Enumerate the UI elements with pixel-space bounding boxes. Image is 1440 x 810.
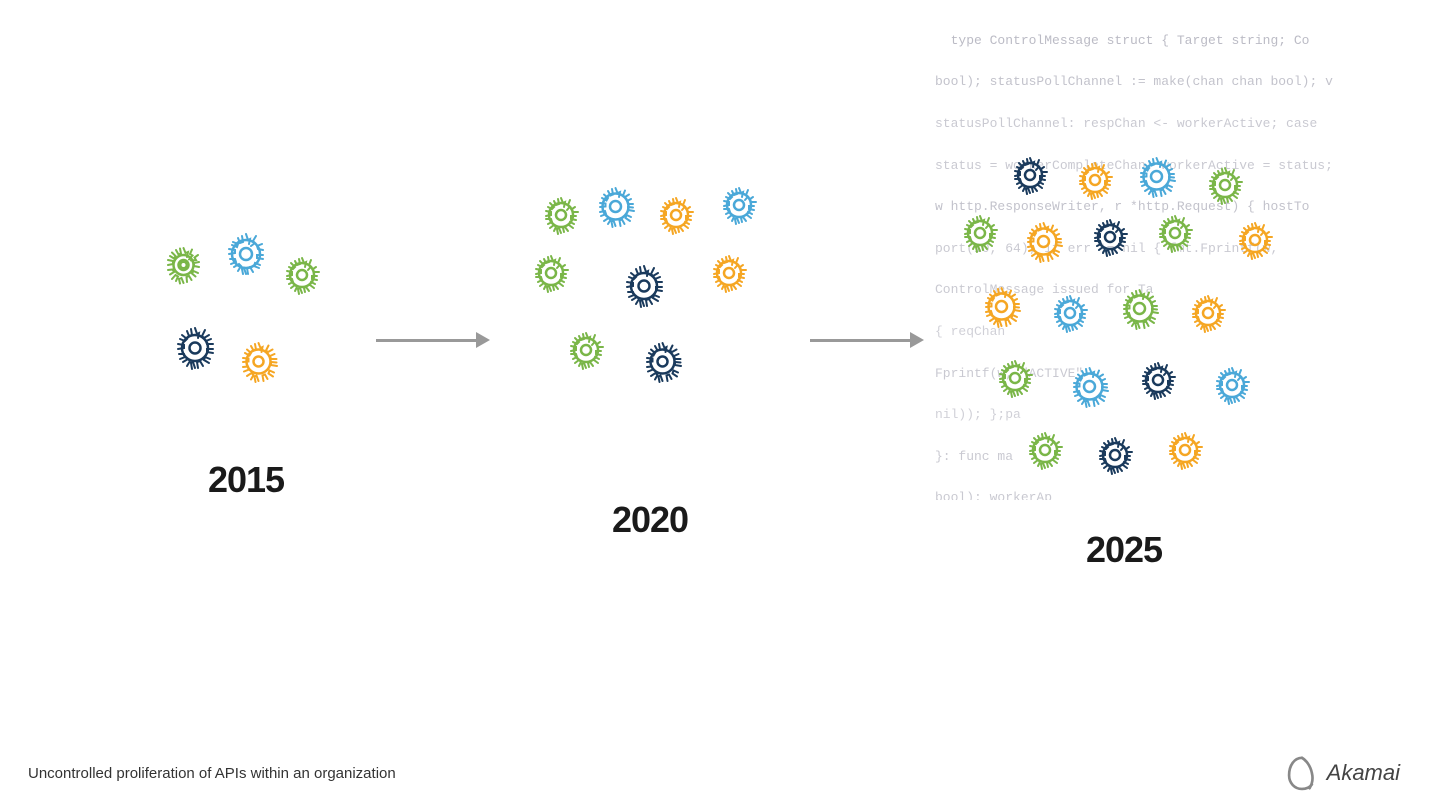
gear-green-2025-4 bbox=[1112, 281, 1167, 336]
year-label-2020: 2020 bbox=[612, 499, 688, 541]
gear-orange-2025-4 bbox=[974, 279, 1029, 334]
gear-green-2025-2 bbox=[954, 207, 1006, 259]
gear-blue-2020-1 bbox=[588, 179, 643, 234]
gear-dark-2020-1 bbox=[615, 257, 673, 315]
gear-blue-2020-2 bbox=[713, 179, 765, 231]
gear-dark-2025-2 bbox=[1084, 211, 1136, 263]
year-section-2020: 2020 bbox=[520, 179, 780, 541]
gear-green-2020-3 bbox=[560, 324, 612, 376]
gear-dark-2020-2 bbox=[635, 334, 690, 389]
arrow-1 bbox=[346, 332, 520, 348]
gear-green-2020-2 bbox=[525, 247, 577, 299]
gear-blue-2025-2 bbox=[1044, 287, 1096, 339]
gear-orange-2025-6 bbox=[1159, 424, 1211, 476]
gear-orange-2025-3 bbox=[1229, 214, 1281, 266]
gear-orange-2025-5 bbox=[1182, 287, 1234, 339]
year-label-2025: 2025 bbox=[1086, 529, 1162, 571]
gear-cluster-2025 bbox=[954, 149, 1294, 489]
gear-green-2020-1 bbox=[535, 189, 587, 241]
year-label-2015: 2015 bbox=[208, 459, 284, 501]
gear-blue-2025-1 bbox=[1129, 149, 1184, 204]
arrow-shape-1 bbox=[376, 332, 490, 348]
year-section-2025: 2025 bbox=[954, 149, 1294, 571]
gear-green-2025-1 bbox=[1199, 159, 1251, 211]
gear-blue-1 bbox=[216, 224, 276, 284]
gear-orange-2025-2 bbox=[1016, 214, 1071, 269]
gear-green-2025-6 bbox=[1019, 424, 1071, 476]
year-section-2015: 2015 bbox=[146, 219, 346, 501]
akamai-logo: Akamai bbox=[1283, 754, 1400, 792]
gear-green-2 bbox=[276, 249, 328, 301]
gear-green-2025-3 bbox=[1149, 207, 1201, 259]
gear-orange-1 bbox=[231, 334, 286, 389]
gear-orange-2020-1 bbox=[650, 189, 702, 241]
gear-green-1 bbox=[156, 239, 211, 294]
gear-blue-2025-4 bbox=[1206, 359, 1258, 411]
gear-green-2025-5 bbox=[989, 352, 1041, 404]
gear-orange-2020-2 bbox=[703, 247, 755, 299]
gear-cluster-2020 bbox=[520, 179, 780, 459]
caption-text: Uncontrolled proliferation of APIs withi… bbox=[28, 765, 396, 782]
gear-dark-2025-4 bbox=[1089, 429, 1141, 481]
gear-cluster-2015 bbox=[146, 219, 346, 419]
akamai-logo-icon bbox=[1283, 754, 1321, 792]
gear-orange-2025-1 bbox=[1069, 154, 1121, 206]
gear-dark-2025-3 bbox=[1132, 354, 1184, 406]
arrow-2 bbox=[780, 332, 954, 348]
main-content: 2015 bbox=[0, 0, 1440, 810]
arrow-shape-2 bbox=[810, 332, 924, 348]
gear-blue-2025-3 bbox=[1062, 359, 1117, 414]
akamai-logo-text: Akamai bbox=[1327, 760, 1400, 786]
gear-dark-1 bbox=[166, 319, 224, 377]
gear-dark-2025-1 bbox=[1004, 149, 1056, 201]
timeline-row: 2015 bbox=[146, 149, 1294, 571]
